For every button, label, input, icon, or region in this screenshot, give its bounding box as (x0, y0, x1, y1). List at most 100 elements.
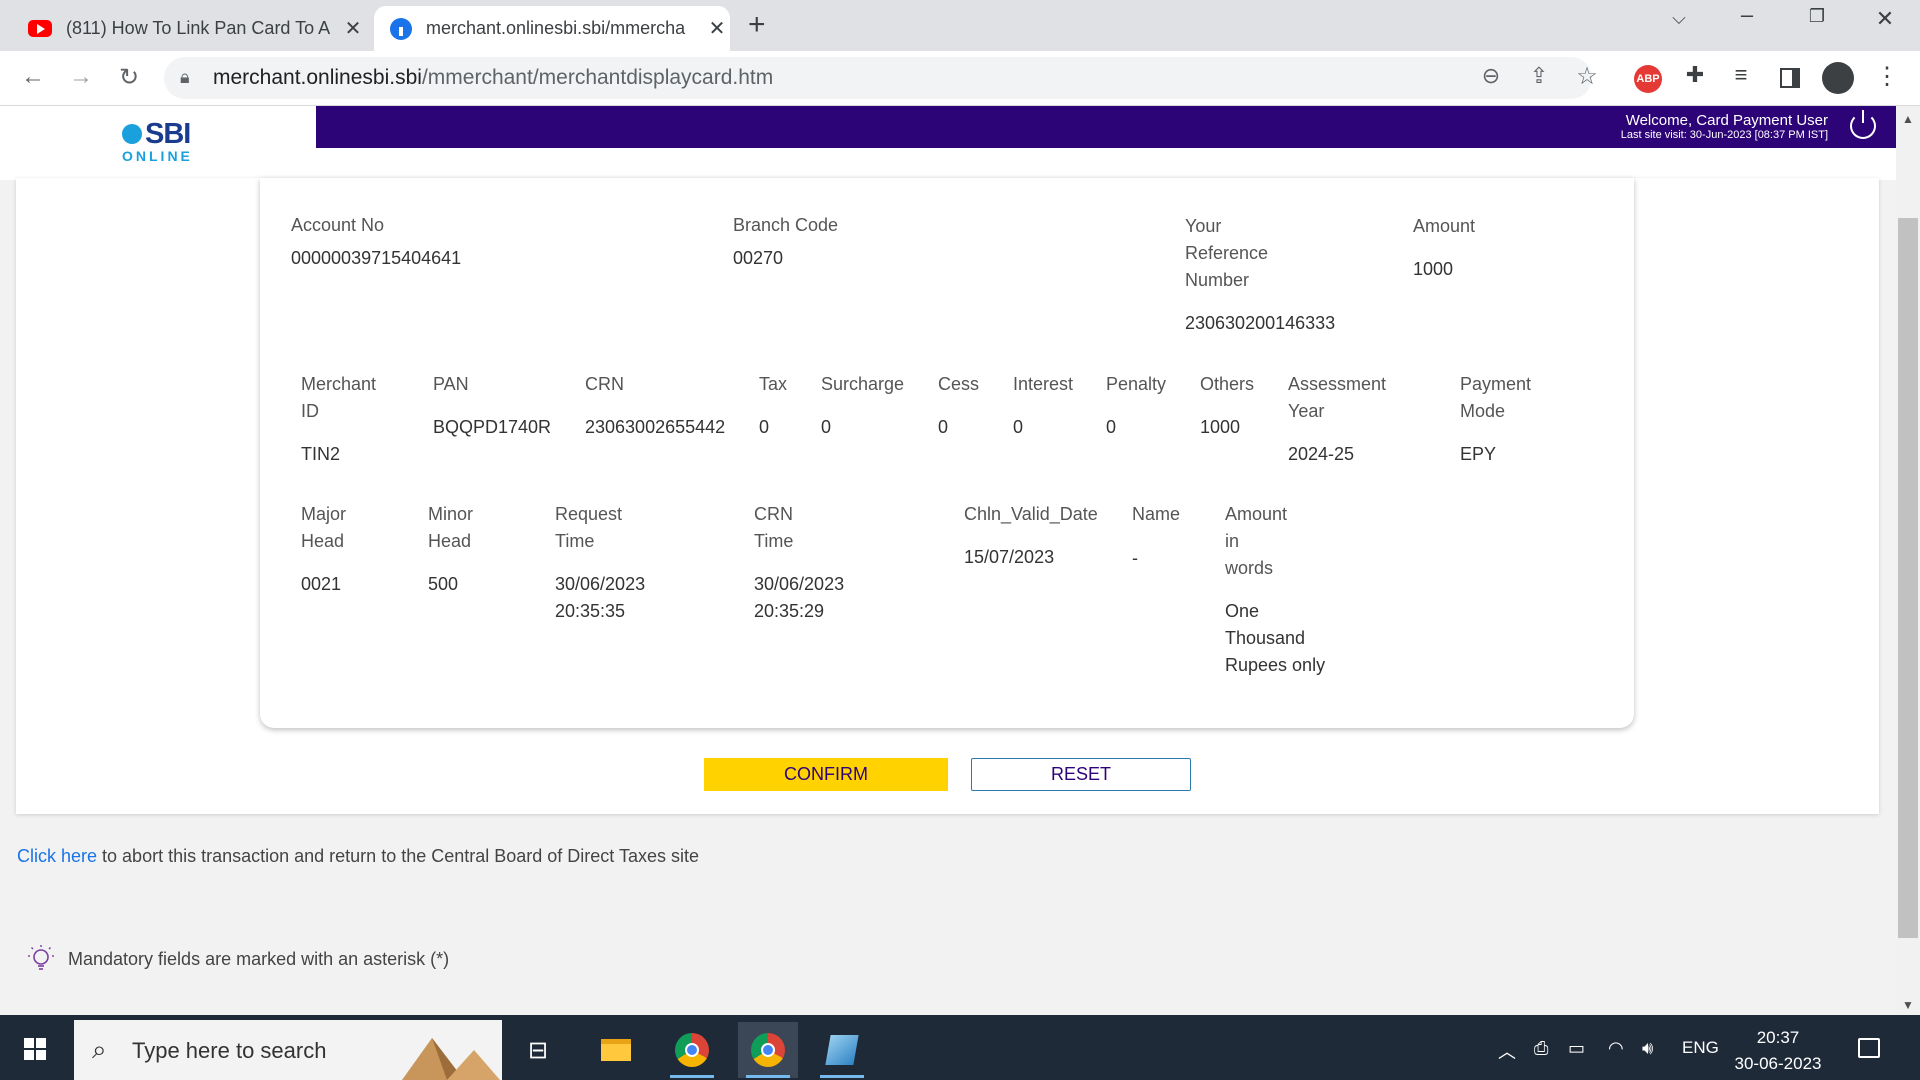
reload-icon[interactable]: ↻ (112, 63, 146, 92)
tax-label: Tax (759, 374, 788, 394)
last-visit-text: Last site visit: 30-Jun-2023 [08:37 PM I… (1620, 129, 1828, 141)
file-explorer-icon[interactable] (586, 1022, 646, 1078)
request-time-label: Request Time (555, 504, 623, 551)
welcome-text: Welcome, Card Payment User (1625, 112, 1828, 129)
chln-valid-date-label: Chln_Valid_Date (964, 504, 1098, 524)
reference-number-label: Your Reference Number (1185, 216, 1269, 290)
name-label: Name (1132, 504, 1181, 524)
crn-time-label: CRN Time (754, 504, 794, 551)
close-window-icon[interactable]: ✕ (1865, 6, 1905, 32)
pan-value: BQQPD1740R (433, 417, 552, 437)
side-panel-icon[interactable] (1780, 68, 1800, 88)
abort-text: to abort this transaction and return to … (97, 846, 700, 866)
forward-icon[interactable]: → (64, 63, 98, 91)
windows-start-icon[interactable] (24, 1038, 46, 1060)
zoom-icon[interactable]: ⊖ (1474, 63, 1508, 89)
sbi-online-logo[interactable]: SBI ONLINE (122, 118, 193, 164)
mandatory-note-text: Mandatory fields are marked with an aste… (68, 948, 450, 969)
scrollbar-thumb[interactable] (1898, 218, 1918, 938)
amount-value: 1000 (1413, 259, 1454, 279)
language-indicator[interactable]: ENG (1682, 1038, 1719, 1058)
media-queue-icon[interactable]: ≡ (1724, 62, 1758, 88)
reset-button[interactable]: RESET (971, 758, 1191, 791)
penalty-label: Penalty (1106, 374, 1167, 394)
major-head-value: 0021 (301, 574, 342, 594)
logout-power-icon[interactable] (1850, 110, 1876, 139)
request-time-value: 30/06/2023 20:35:35 (555, 574, 646, 621)
restore-icon[interactable]: ❐ (1797, 6, 1837, 27)
branch-code-label: Branch Code (733, 215, 839, 235)
show-hidden-icons-icon[interactable]: ︿ (1498, 1038, 1516, 1064)
welcome-block: Welcome, Card Payment User Last site vis… (1621, 112, 1828, 141)
pyramids-search-highlight-icon (402, 1038, 500, 1080)
battery-icon[interactable]: ▭ (1568, 1038, 1585, 1059)
branch-code-value: 00270 (733, 248, 784, 268)
lightbulb-icon (28, 945, 54, 970)
others-label: Others (1200, 374, 1255, 394)
bookmark-star-icon[interactable]: ☆ (1570, 62, 1604, 91)
cess-value: 0 (938, 417, 949, 437)
browser-tab-sbi[interactable]: merchant.onlinesbi.sbi/mmercha ✕ (374, 6, 730, 51)
back-icon[interactable]: ← (16, 63, 50, 91)
tab-title: (811) How To Link Pan Card To A (66, 18, 331, 38)
volume-icon[interactable]: 🔊︎ (1642, 1038, 1653, 1059)
wifi-icon[interactable]: ◠ (1608, 1038, 1624, 1059)
minor-head-label: Minor Head (428, 504, 474, 551)
lock-icon[interactable]: 🔒︎ (180, 67, 190, 88)
tab-search-chevron-icon[interactable]: ⌵ (1659, 8, 1699, 29)
assessment-year-value: 2024-25 (1288, 444, 1355, 464)
confirm-button[interactable]: CONFIRM (704, 758, 948, 791)
account-no-label: Account No (291, 215, 385, 235)
amount-label: Amount (1413, 216, 1476, 236)
name-value: - (1132, 548, 1138, 568)
sbi-keyhole-icon (122, 124, 142, 144)
close-tab-icon[interactable]: ✕ (340, 16, 366, 41)
account-no-value: 00000039715404641 (291, 248, 462, 268)
minimize-icon[interactable]: – (1727, 2, 1767, 28)
crn-value: 23063002655442 (585, 417, 726, 437)
browser-menu-icon[interactable]: ⋮ (1870, 62, 1904, 91)
interest-label: Interest (1013, 374, 1074, 394)
share-icon[interactable]: ⇪ (1522, 63, 1556, 89)
scroll-up-arrow-icon[interactable]: ▲ (1896, 112, 1920, 126)
new-tab-button[interactable]: + (748, 8, 766, 42)
major-head-label: Major Head (301, 504, 347, 551)
reference-number-value: 230630200146333 (1185, 313, 1336, 333)
minor-head-value: 500 (428, 574, 459, 594)
surcharge-value: 0 (821, 417, 832, 437)
scroll-down-arrow-icon[interactable]: ▼ (1896, 998, 1920, 1012)
task-view-icon[interactable]: ⊟ (508, 1022, 568, 1078)
profile-avatar[interactable] (1822, 62, 1854, 94)
merchant-id-label: Merchant ID (301, 374, 377, 421)
payment-mode-value: EPY (1460, 444, 1497, 464)
chln-valid-date-value: 15/07/2023 (964, 547, 1055, 567)
cess-label: Cess (938, 374, 980, 394)
browser-tab-youtube[interactable]: (811) How To Link Pan Card To A ✕ (14, 6, 366, 51)
extensions-icon[interactable]: ✚ (1678, 62, 1712, 88)
adblock-icon[interactable]: ABP (1634, 65, 1662, 93)
notes-app-icon[interactable] (812, 1022, 872, 1078)
chrome-profile-app-icon[interactable] (738, 1022, 798, 1078)
merchant-id-value: TIN2 (301, 444, 341, 464)
assessment-year-label: Assessment Year (1288, 374, 1387, 421)
amount-in-words-value: One Thousand Rupees only (1225, 601, 1326, 675)
notifications-icon[interactable] (1858, 1038, 1880, 1058)
mandatory-note: Mandatory fields are marked with an aste… (26, 944, 449, 974)
close-tab-icon[interactable]: ✕ (704, 16, 730, 41)
youtube-icon (28, 20, 52, 37)
amount-in-words-label: Amount in words (1225, 504, 1288, 578)
crn-label: CRN (585, 374, 624, 394)
tab-title: merchant.onlinesbi.sbi/mmercha (426, 18, 686, 38)
url-text[interactable]: merchant.onlinesbi.sbi/mmerchant/merchan… (213, 66, 773, 90)
tax-value: 0 (759, 417, 770, 437)
abort-transaction-line: Click here to abort this transaction and… (17, 846, 699, 867)
meet-now-icon[interactable]: ⎙ (1534, 1038, 1548, 1059)
surcharge-label: Surcharge (821, 374, 905, 394)
taskbar-search-placeholder[interactable]: Type here to search (132, 1038, 326, 1064)
penalty-value: 0 (1106, 417, 1117, 437)
payment-mode-label: Payment Mode (1460, 374, 1532, 421)
taskbar-clock[interactable]: 20:37 30-06-2023 (1718, 1025, 1838, 1077)
chrome-app-icon[interactable] (662, 1022, 722, 1078)
crn-time-value: 30/06/2023 20:35:29 (754, 574, 845, 621)
abort-transaction-link[interactable]: Click here (17, 846, 97, 866)
